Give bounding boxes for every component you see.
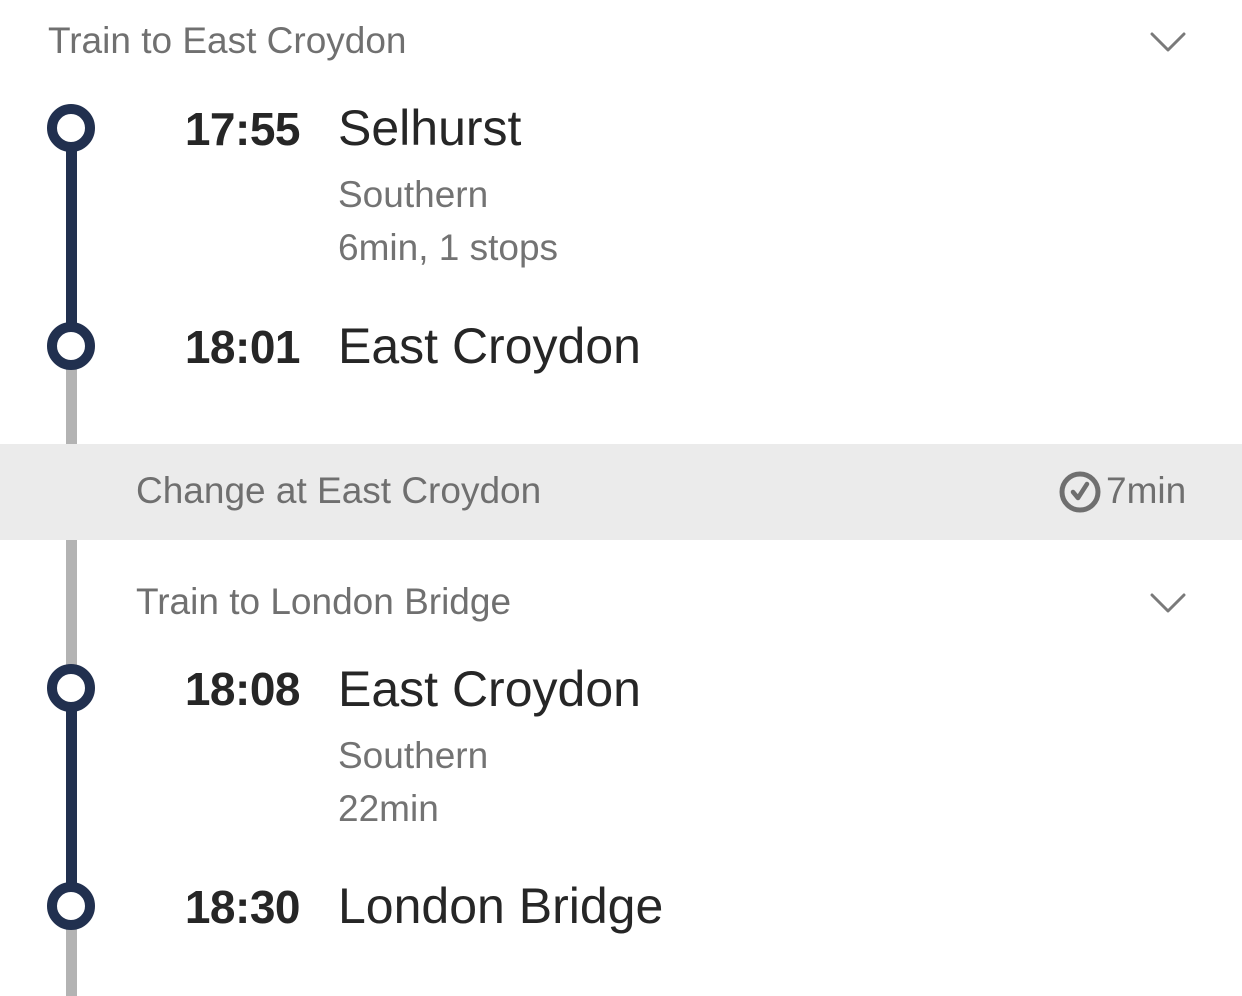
stop-node-icon xyxy=(47,882,95,930)
stop-node-icon xyxy=(47,664,95,712)
arrival-time: 18:30 xyxy=(184,881,301,933)
chevron-down-icon[interactable] xyxy=(1150,592,1186,614)
clock-icon xyxy=(1059,471,1101,513)
route-line-leg-1 xyxy=(66,128,77,346)
arrival-station: East Croydon xyxy=(338,318,641,374)
journey-details: 6min, 1 stops xyxy=(338,227,559,268)
change-duration: 7min xyxy=(1106,470,1187,511)
stop-node-icon xyxy=(47,322,95,370)
journey-details: 22min xyxy=(338,788,439,829)
departure-station: Selhurst xyxy=(338,100,522,156)
arrival-time: 18:01 xyxy=(184,321,301,373)
route-line-leg-2 xyxy=(66,688,77,906)
arrival-station: London Bridge xyxy=(338,878,664,934)
stop-node-icon xyxy=(47,104,95,152)
leg-title: Train to London Bridge xyxy=(136,581,512,622)
operator-name: Southern xyxy=(338,735,489,776)
operator-name: Southern xyxy=(338,174,489,215)
departure-station: East Croydon xyxy=(338,661,641,717)
leg-title: Train to East Croydon xyxy=(48,20,407,61)
departure-time: 18:08 xyxy=(184,663,301,715)
change-label: Change at East Croydon xyxy=(136,470,542,511)
chevron-down-icon[interactable] xyxy=(1150,31,1186,53)
departure-time: 17:55 xyxy=(184,103,301,155)
